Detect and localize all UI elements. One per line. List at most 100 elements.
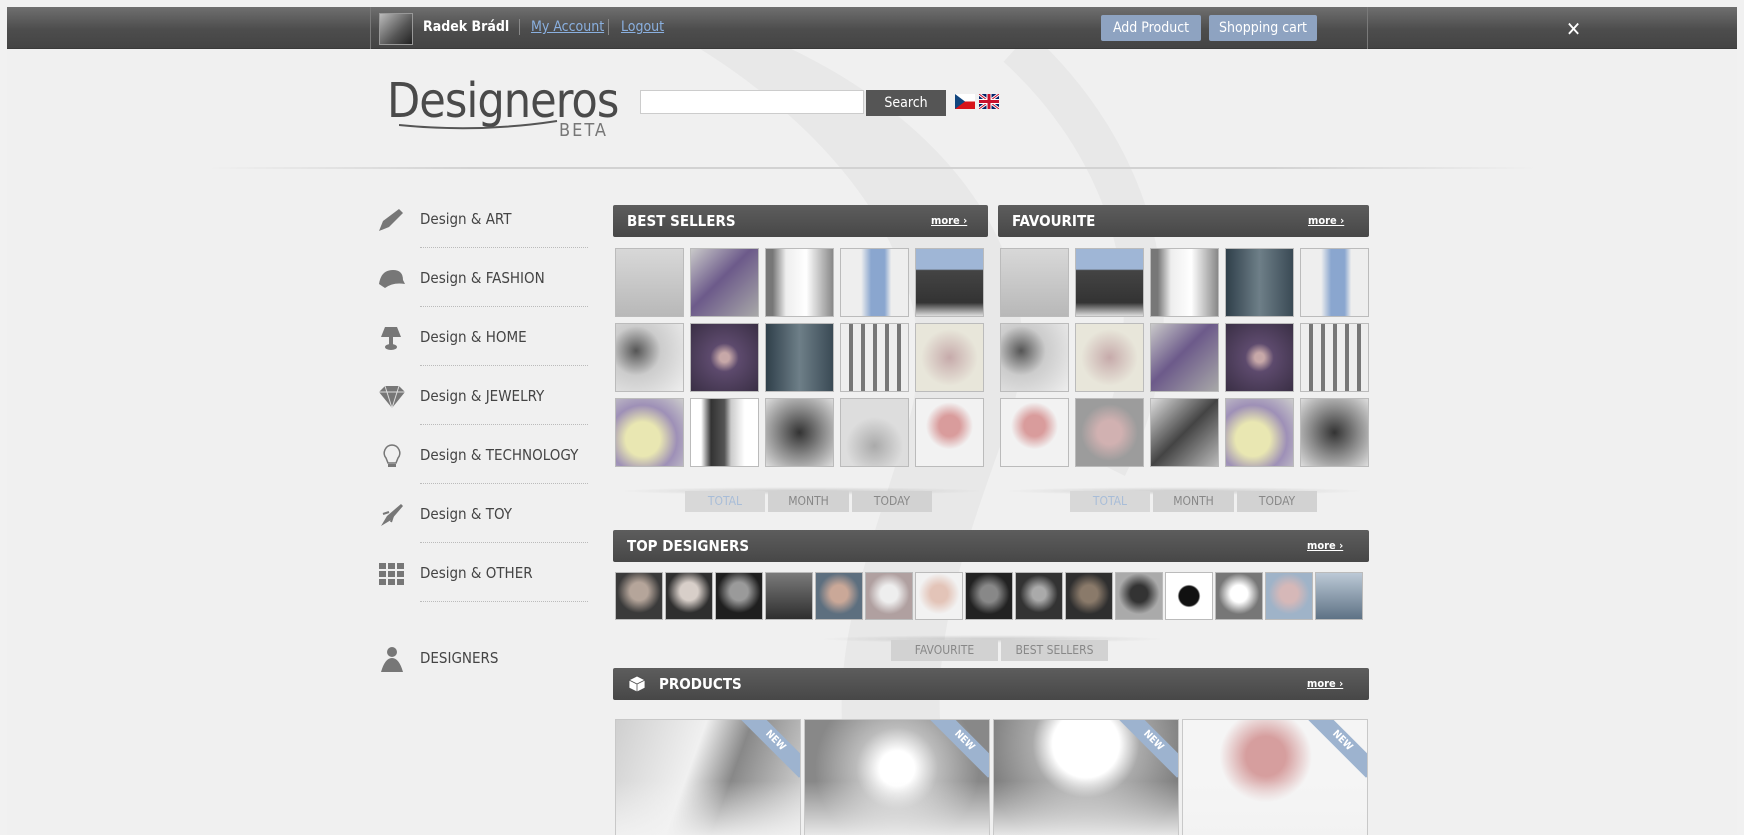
- product-thumbnail[interactable]: [1075, 323, 1144, 392]
- sidebar-item-label: Design & TOY: [420, 505, 512, 523]
- sidebar-item-fashion[interactable]: Design & FASHION: [377, 262, 588, 316]
- designer-avatar[interactable]: [1215, 572, 1263, 620]
- product-thumbnail[interactable]: [1075, 398, 1144, 467]
- top-designers-more-link[interactable]: more ›: [1307, 539, 1343, 552]
- product-thumbnail[interactable]: [915, 248, 984, 317]
- product-thumbnail[interactable]: [1075, 248, 1144, 317]
- designer-avatar[interactable]: [815, 572, 863, 620]
- product-thumbnail[interactable]: [1000, 398, 1069, 467]
- designer-avatar[interactable]: [865, 572, 913, 620]
- section-title: PRODUCTS: [659, 675, 742, 693]
- product-thumbnail[interactable]: [615, 248, 684, 317]
- product-card[interactable]: NEW: [615, 719, 801, 835]
- sidebar-item-other[interactable]: Design & OTHER: [377, 557, 588, 611]
- product-thumbnail[interactable]: [1300, 323, 1369, 392]
- designer-avatar[interactable]: [1315, 572, 1363, 620]
- product-thumbnail[interactable]: [840, 248, 909, 317]
- product-thumbnail[interactable]: [1225, 248, 1294, 317]
- sidebar-item-toy[interactable]: Design & TOY: [377, 498, 588, 552]
- product-card[interactable]: NEW: [1182, 719, 1368, 835]
- product-thumbnail[interactable]: [1150, 323, 1219, 392]
- product-thumbnail[interactable]: [690, 398, 759, 467]
- divider: [608, 19, 609, 35]
- designer-avatar[interactable]: [915, 572, 963, 620]
- tab-today[interactable]: TODAY: [852, 491, 932, 512]
- add-product-button[interactable]: Add Product: [1101, 15, 1201, 41]
- designer-avatar[interactable]: [1115, 572, 1163, 620]
- product-thumbnail[interactable]: [615, 323, 684, 392]
- search-input[interactable]: [640, 90, 864, 114]
- my-account-link[interactable]: My Account: [531, 19, 604, 35]
- cs-flag-icon[interactable]: [955, 94, 975, 109]
- sidebar-item-designers[interactable]: DESIGNERS: [377, 642, 587, 696]
- tab-month[interactable]: MONTH: [1153, 491, 1234, 512]
- product-thumbnail[interactable]: [1150, 398, 1219, 467]
- products-more-link[interactable]: more ›: [1307, 677, 1343, 690]
- sidebar-item-home[interactable]: Design & HOME: [377, 321, 588, 375]
- product-thumbnail[interactable]: [1225, 398, 1294, 467]
- product-card[interactable]: NEW: [804, 719, 990, 835]
- fade: [805, 781, 989, 835]
- tab-today[interactable]: TODAY: [1237, 491, 1317, 512]
- top-bar-inner: Radek Brádl My Account Logout Add Produc…: [370, 7, 1581, 49]
- person-icon: [381, 647, 403, 672]
- section-title: TOP DESIGNERS: [627, 537, 750, 555]
- product-thumbnail[interactable]: [1150, 248, 1219, 317]
- product-thumbnail[interactable]: [1300, 398, 1369, 467]
- designer-avatar[interactable]: [615, 572, 663, 620]
- product-thumbnail[interactable]: [1225, 323, 1294, 392]
- product-thumbnail[interactable]: [840, 323, 909, 392]
- product-thumbnail[interactable]: [690, 323, 759, 392]
- divider: [420, 306, 588, 307]
- logout-link[interactable]: Logout: [621, 19, 664, 35]
- product-thumbnail[interactable]: [915, 398, 984, 467]
- best-sellers-tabs: TOTAL MONTH TODAY: [677, 491, 937, 512]
- tab-total[interactable]: TOTAL: [685, 491, 765, 512]
- designer-avatar[interactable]: [965, 572, 1013, 620]
- sidebar-item-label: Design & FASHION: [420, 269, 545, 287]
- product-thumbnail[interactable]: [765, 398, 834, 467]
- product-thumbnail[interactable]: [690, 248, 759, 317]
- logo-swoosh-icon: [399, 120, 558, 130]
- best-sellers-more-link[interactable]: more ›: [931, 214, 967, 227]
- tab-month[interactable]: MONTH: [768, 491, 849, 512]
- search-button[interactable]: Search: [866, 90, 946, 116]
- new-badge: NEW: [1305, 720, 1367, 778]
- sidebar-item-label: Design & TECHNOLOGY: [420, 446, 579, 464]
- section-title: BEST SELLERS: [627, 212, 736, 230]
- sidebar-item-art[interactable]: Design & ART: [377, 203, 588, 257]
- product-card[interactable]: NEW: [993, 719, 1179, 835]
- tab-best-sellers[interactable]: BEST SELLERS: [1001, 640, 1108, 661]
- product-thumbnail[interactable]: [915, 323, 984, 392]
- designer-avatar[interactable]: [765, 572, 813, 620]
- favourite-more-link[interactable]: more ›: [1308, 214, 1344, 227]
- shopping-cart-button[interactable]: Shopping cart: [1209, 15, 1317, 41]
- top-designers-header: TOP DESIGNERS more ›: [613, 530, 1369, 562]
- product-thumbnail[interactable]: [765, 323, 834, 392]
- sidebar-item-technology[interactable]: Design & TECHNOLOGY: [377, 439, 588, 493]
- product-thumbnail[interactable]: [1000, 248, 1069, 317]
- sidebar-item-label: Design & HOME: [420, 328, 527, 346]
- designer-avatar[interactable]: [715, 572, 763, 620]
- product-thumbnail[interactable]: [1000, 323, 1069, 392]
- user-avatar[interactable]: [379, 13, 413, 45]
- product-thumbnail[interactable]: [1300, 248, 1369, 317]
- sidebar-item-jewelry[interactable]: Design & JEWELRY: [377, 380, 588, 434]
- product-thumbnail[interactable]: [840, 398, 909, 467]
- designer-avatar[interactable]: [1065, 572, 1113, 620]
- close-icon[interactable]: ✕: [1566, 17, 1581, 41]
- section-title: FAVOURITE: [1012, 212, 1096, 230]
- product-thumbnail[interactable]: [615, 398, 684, 467]
- uk-flag-icon[interactable]: [979, 94, 999, 109]
- divider: [420, 424, 588, 425]
- fade: [994, 781, 1178, 835]
- tab-favourite[interactable]: FAVOURITE: [891, 640, 998, 661]
- username[interactable]: Radek Brádl: [423, 19, 509, 35]
- designer-avatar[interactable]: [1165, 572, 1213, 620]
- designer-avatar[interactable]: [1265, 572, 1313, 620]
- favourite-tabs: TOTAL MONTH TODAY: [1062, 491, 1322, 512]
- designer-avatar[interactable]: [665, 572, 713, 620]
- product-thumbnail[interactable]: [765, 248, 834, 317]
- designer-avatar[interactable]: [1015, 572, 1063, 620]
- tab-total[interactable]: TOTAL: [1070, 491, 1150, 512]
